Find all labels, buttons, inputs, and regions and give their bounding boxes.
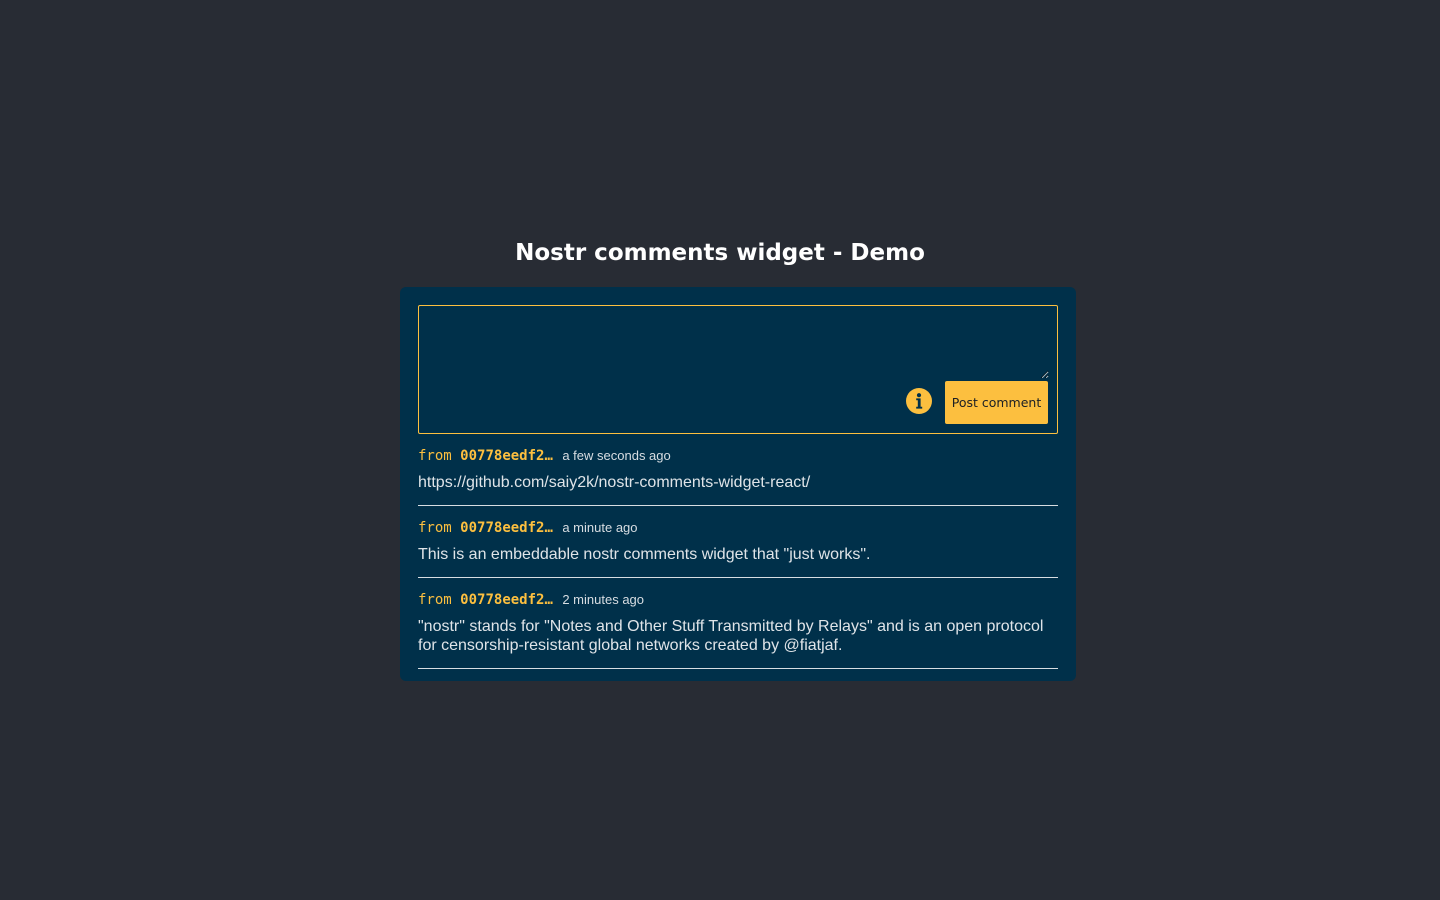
post-comment-button[interactable]: Post comment bbox=[945, 381, 1048, 424]
comment-item: from 00778eedf2… a minute ago This is an… bbox=[418, 506, 1058, 578]
comment-text: This is an embeddable nostr comments wid… bbox=[418, 546, 871, 563]
page-title: Nostr comments widget - Demo bbox=[515, 240, 925, 266]
comment-item: from 00778eedf2… a few seconds ago https… bbox=[418, 434, 1058, 506]
comment-meta: from 00778eedf2… a minute ago bbox=[418, 519, 1058, 536]
comment-author: 00778eedf2… bbox=[460, 592, 553, 608]
comment-timestamp: a few seconds ago bbox=[562, 448, 671, 463]
page: Nostr comments widget - Demo Post commen… bbox=[0, 0, 1440, 900]
comment-list: from 00778eedf2… a few seconds ago https… bbox=[418, 434, 1058, 669]
from-label: from bbox=[418, 520, 452, 536]
comment-author: 00778eedf2… bbox=[460, 448, 553, 464]
comment-input[interactable] bbox=[419, 306, 1049, 379]
from-label: from bbox=[418, 448, 452, 464]
comments-widget: Post comment from 00778eedf2… a few seco… bbox=[400, 287, 1076, 681]
comment-timestamp: 2 minutes ago bbox=[562, 592, 645, 607]
comment-meta: from 00778eedf2… 2 minutes ago bbox=[418, 591, 1058, 608]
comment-item: from 00778eedf2… 2 minutes ago "nostr" s… bbox=[418, 578, 1058, 669]
comment-composer: Post comment bbox=[418, 305, 1058, 434]
comment-timestamp: a minute ago bbox=[562, 520, 638, 535]
comment-text: "nostr" stands for "Notes and Other Stuf… bbox=[418, 618, 1044, 654]
info-glyph bbox=[916, 393, 923, 409]
comment-meta: from 00778eedf2… a few seconds ago bbox=[418, 447, 1058, 464]
comment-author: 00778eedf2… bbox=[460, 520, 553, 536]
from-label: from bbox=[418, 592, 452, 608]
info-icon[interactable] bbox=[906, 388, 932, 414]
comment-text: https://github.com/saiy2k/nostr-comments… bbox=[418, 474, 811, 491]
